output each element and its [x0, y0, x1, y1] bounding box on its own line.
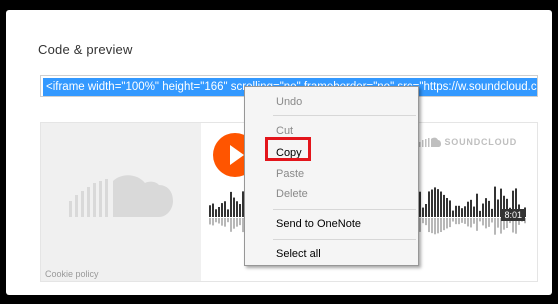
soundcloud-mini-icon: [418, 137, 441, 147]
menu-divider: [273, 115, 416, 116]
menu-item-send-to-onenote[interactable]: Send to OneNote: [276, 217, 361, 231]
menu-divider: [273, 209, 416, 210]
menu-item-delete[interactable]: Delete: [276, 187, 308, 201]
context-menu: Undo Cut Copy Paste Delete Send to OneNo…: [244, 86, 419, 266]
track-artwork: Cookie policy: [41, 123, 201, 281]
track-duration: 8:01: [501, 209, 525, 221]
menu-item-undo[interactable]: Undo: [276, 95, 302, 109]
menu-item-select-all[interactable]: Select all: [276, 247, 321, 261]
soundcloud-cloud-icon: [69, 175, 173, 217]
copy-highlight-annotation: [265, 137, 311, 161]
menu-divider: [273, 239, 416, 240]
soundcloud-logo[interactable]: SOUNDCLOUD: [418, 137, 518, 147]
section-title: Code & preview: [38, 42, 133, 57]
menu-item-cut[interactable]: Cut: [276, 124, 293, 138]
cookie-policy-link[interactable]: Cookie policy: [45, 269, 99, 279]
soundcloud-brand-label: SOUNDCLOUD: [444, 137, 517, 147]
menu-item-paste[interactable]: Paste: [276, 167, 304, 181]
